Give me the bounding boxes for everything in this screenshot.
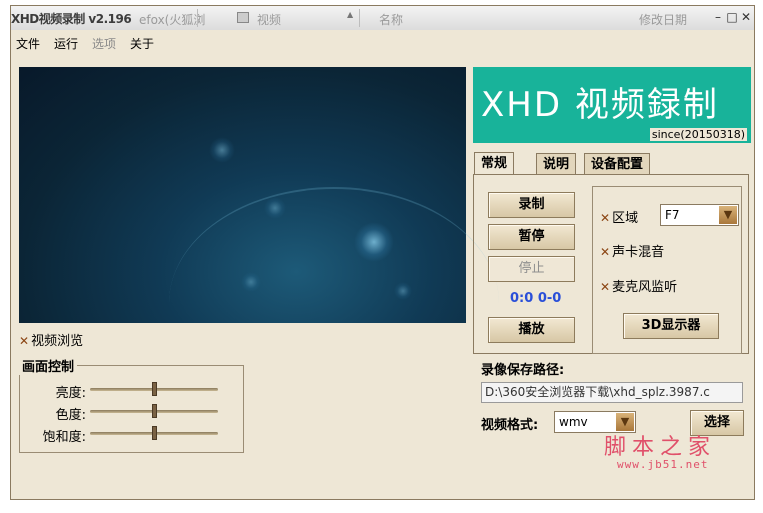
checkbox-checked-icon: ✕ [600,280,611,294]
app-window: XHD视频录制 v2.196 efox(火狐浏 视频 ▲ 名称 修改日期 – □… [10,5,755,500]
saturation-label: 饱和度: [42,430,86,445]
stop-button[interactable]: 停止 [488,256,575,282]
menu-bar: 文件 运行 选项 关于 [11,32,754,52]
pause-button[interactable]: 暂停 [488,224,575,250]
play-button[interactable]: 播放 [488,317,575,343]
app-title: XHD视频录制 v2.196 [11,12,132,26]
saturation-slider-row: 饱和度: [30,426,230,445]
mic-monitor-label: 麦克风监听 [612,280,678,295]
brightness-label: 亮度: [55,386,86,401]
video-format-label: 视频格式: [481,418,539,433]
hue-label: 色度: [55,408,86,423]
brand-banner: XHD 视频録制 since(20150318) [473,67,751,143]
column-divider [359,9,360,27]
brand-since: since(20150318) [649,128,747,141]
brand-title: XHD 视频録制 [481,85,719,125]
background-date-column: 修改日期 [639,13,688,27]
preview-light-spot [394,282,412,300]
video-folder-icon [237,12,249,23]
save-path-label: 录像保存路径: [481,363,565,378]
mic-monitor-checkbox[interactable]: ✕ 麦克风监听 [600,276,677,295]
video-preview-checkbox[interactable]: ✕ 视频浏览 [19,330,83,349]
hue-slider-row: 色度: [30,404,230,423]
minimize-button[interactable]: – [711,10,725,24]
menu-about[interactable]: 关于 [130,35,154,52]
dropdown-arrow-icon[interactable]: ▼ [719,206,737,224]
preview-light-spot [209,137,235,163]
sound-mix-label: 声卡混音 [612,245,665,260]
timecode-readout: 0:0 0-0 [510,291,562,306]
brightness-slider-row: 亮度: [30,382,230,401]
tab-instructions[interactable]: 说明 [536,153,577,174]
video-format-value: wmv [559,415,588,429]
checkbox-checked-icon: ✕ [19,334,30,348]
video-preview-label: 视频浏览 [31,334,84,349]
hue-slider-thumb[interactable] [152,404,157,418]
record-button[interactable]: 录制 [488,192,575,218]
preview-light-spot [241,272,261,292]
checkbox-checked-icon: ✕ [600,211,611,225]
maximize-button[interactable]: □ [725,10,739,24]
menu-options[interactable]: 选项 [92,35,116,52]
preview-light-spot [264,197,286,219]
picture-control-title: 画面控制 [19,356,78,375]
brightness-slider-thumb[interactable] [152,382,157,396]
tab-general[interactable]: 常规 [474,152,515,175]
region-label: 区域 [612,211,639,226]
menu-file[interactable]: 文件 [16,35,40,52]
save-path-field[interactable]: D:\360安全浏览器下载\xhd_splz.3987.c [481,382,743,403]
background-browser-tab-text: efox(火狐浏 [139,13,206,27]
background-name-column: 名称 [379,13,404,27]
3d-display-button[interactable]: 3D显示器 [623,313,719,339]
sort-caret-icon: ▲ [347,10,354,19]
region-checkbox[interactable]: ✕ 区域 [600,207,638,226]
site-watermark-url: www.jb51.net [617,458,709,471]
video-preview [19,67,499,323]
saturation-slider-thumb[interactable] [152,426,157,440]
checkbox-checked-icon: ✕ [600,245,611,259]
site-watermark: 脚本之家 [604,435,717,460]
tab-device-config[interactable]: 设备配置 [584,153,651,174]
title-divider [197,9,198,27]
picture-control-group: 亮度: 色度: 饱和度: [19,365,244,453]
region-hotkey-value: F7 [665,208,680,222]
region-hotkey-select[interactable]: F7 ▼ [660,204,739,226]
background-folder-text: 视频 [257,13,282,27]
preview-light-spot [354,222,394,262]
title-bar[interactable]: XHD视频录制 v2.196 efox(火狐浏 视频 ▲ 名称 修改日期 – □… [11,6,754,30]
close-button[interactable]: ✕ [739,10,753,24]
menu-run[interactable]: 运行 [54,35,78,52]
sound-mix-checkbox[interactable]: ✕ 声卡混音 [600,241,664,260]
